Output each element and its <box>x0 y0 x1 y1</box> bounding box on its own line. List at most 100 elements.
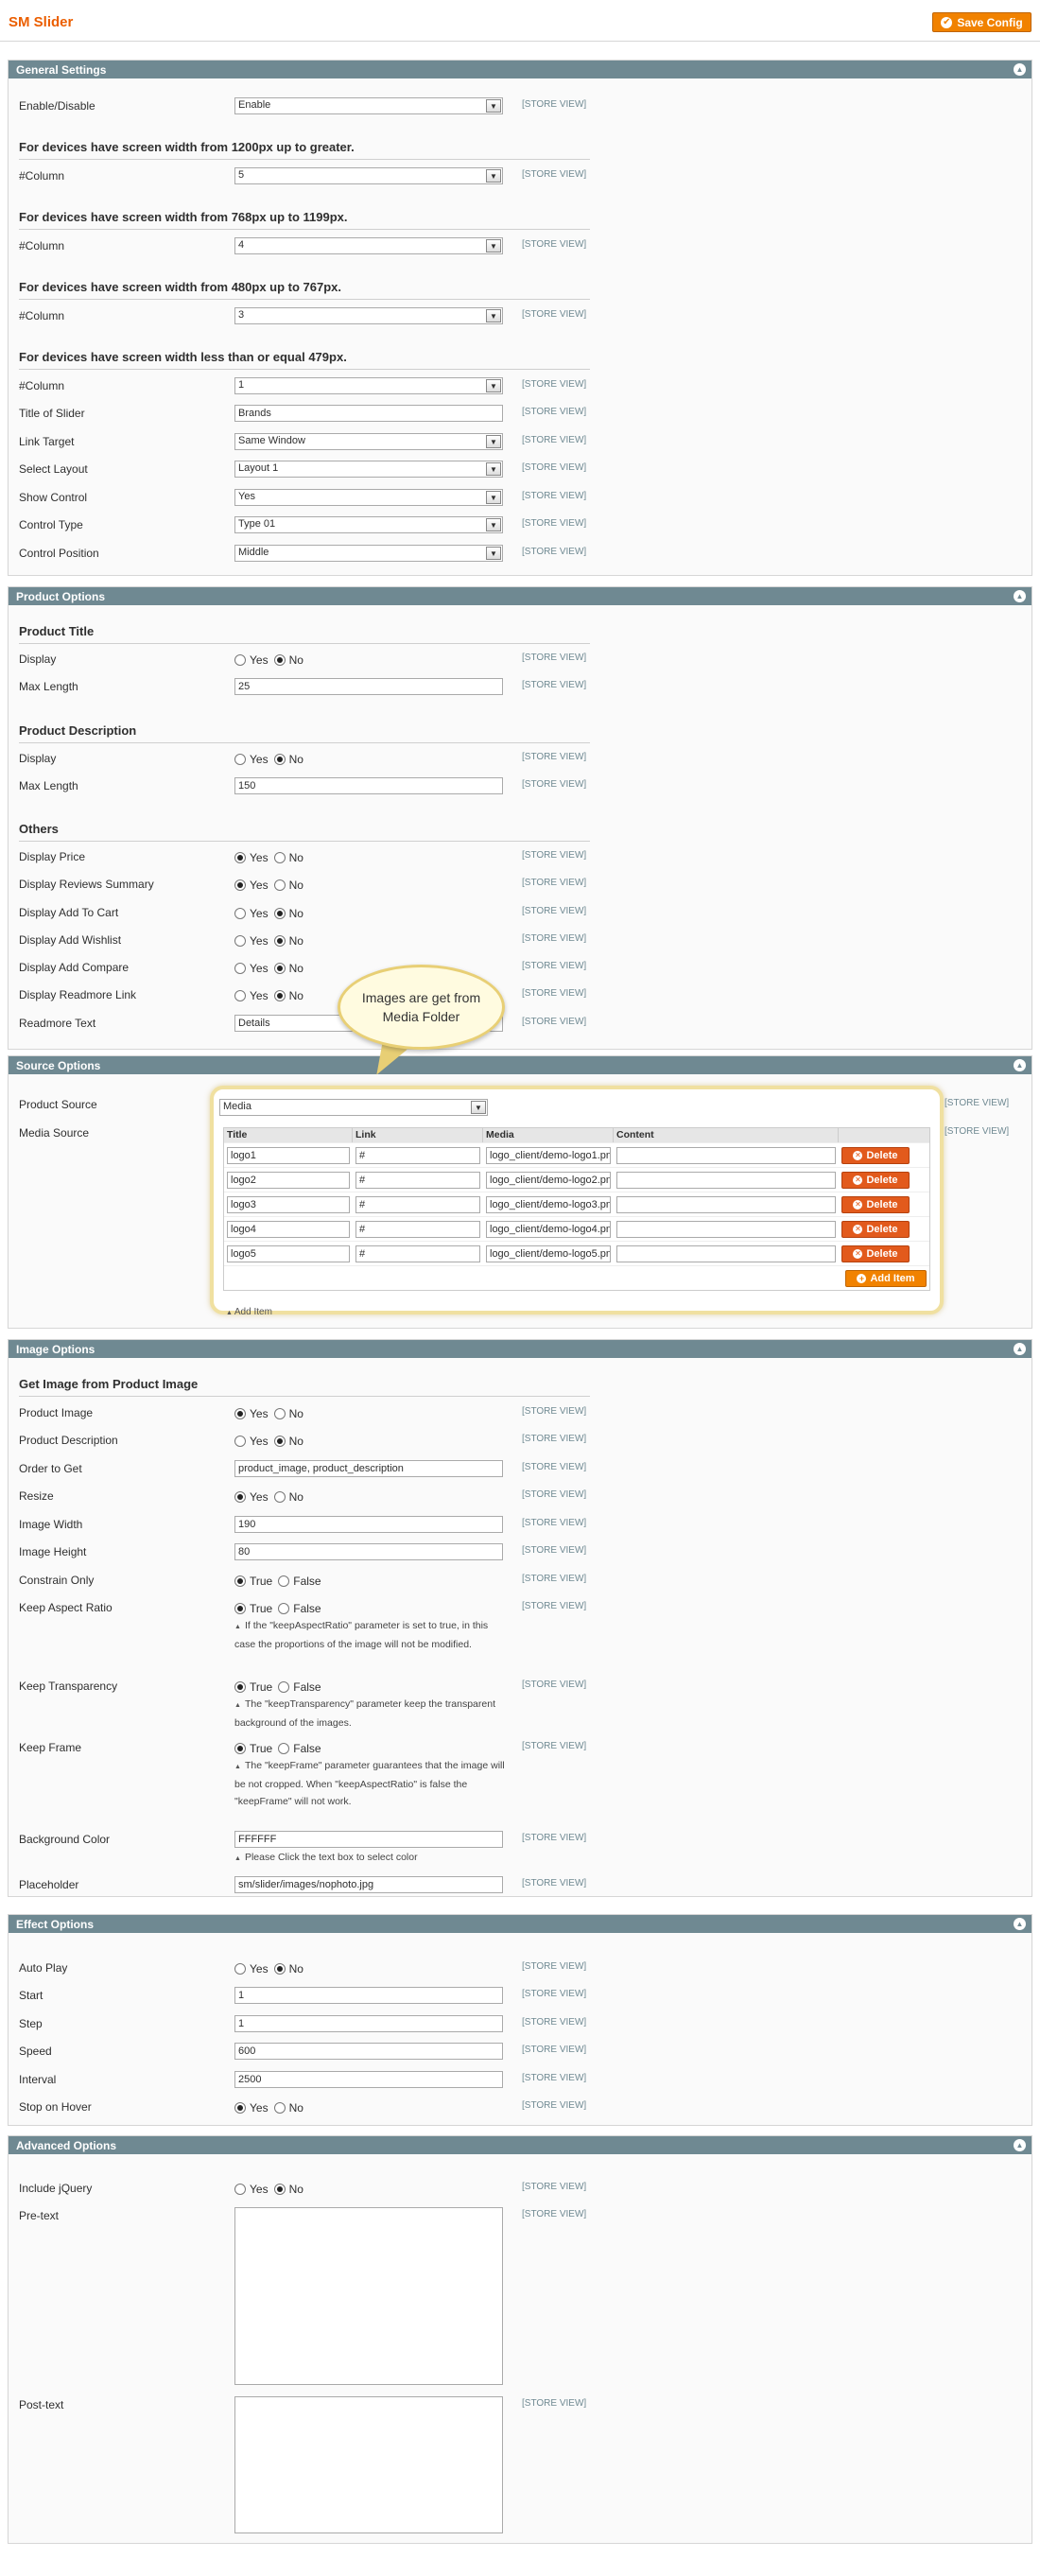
false-radio[interactable] <box>278 1575 290 1587</box>
no-radio[interactable] <box>273 1963 286 1975</box>
row-content-input[interactable] <box>616 1244 836 1262</box>
no-radio[interactable] <box>273 935 286 947</box>
yes-radio[interactable] <box>234 754 246 765</box>
section-header[interactable]: Source Options ▲ <box>9 1056 1031 1074</box>
save-config-button[interactable]: ✔ Save Config <box>932 12 1031 32</box>
yes-radio[interactable] <box>234 1963 246 1975</box>
delete-button[interactable]: ✕ Delete <box>841 1244 910 1262</box>
yes-radio[interactable] <box>234 879 246 891</box>
interval-input[interactable]: 2500 <box>234 2071 503 2088</box>
false-radio[interactable] <box>278 1743 290 1754</box>
false-radio[interactable] <box>278 1603 290 1614</box>
collapse-icon[interactable]: ▲ <box>1014 1918 1026 1930</box>
column-select-2[interactable]: 4 ▼ <box>234 237 503 254</box>
section-header[interactable]: Product Options ▲ <box>9 587 1031 605</box>
yes-radio[interactable] <box>234 1436 246 1447</box>
yes-radio[interactable] <box>234 908 246 919</box>
posttext-textarea[interactable] <box>234 2396 503 2533</box>
true-radio[interactable] <box>234 1681 246 1693</box>
control-position-select[interactable]: Middle ▼ <box>234 545 503 562</box>
image-width-input[interactable]: 190 <box>234 1516 503 1533</box>
desc-maxlen-input[interactable]: 150 <box>234 777 503 794</box>
yes-radio[interactable] <box>234 852 246 863</box>
no-radio[interactable] <box>273 1436 286 1447</box>
add-item-link[interactable]: ▲ Add Item <box>226 1307 272 1317</box>
image-height-input[interactable]: 80 <box>234 1543 503 1560</box>
row-media-input[interactable]: logo_client/demo-logo5.png <box>486 1244 611 1262</box>
no-radio[interactable] <box>273 990 286 1001</box>
no-radio[interactable] <box>273 852 286 863</box>
row-title-input[interactable]: logo5 <box>227 1244 350 1262</box>
order-input[interactable]: product_image, product_description <box>234 1460 503 1477</box>
column-select-1[interactable]: 5 ▼ <box>234 167 503 184</box>
row-link-input[interactable]: # <box>355 1146 480 1164</box>
column-select-3[interactable]: 3 ▼ <box>234 307 503 324</box>
true-radio[interactable] <box>234 1743 246 1754</box>
title-maxlen-input[interactable]: 25 <box>234 678 503 695</box>
section-header[interactable]: Image Options ▲ <box>9 1340 1031 1358</box>
row-title-input[interactable]: logo2 <box>227 1171 350 1189</box>
no-radio[interactable] <box>273 2102 286 2114</box>
no-radio[interactable] <box>273 963 286 974</box>
yes-radio[interactable] <box>234 2184 246 2195</box>
row-title-input[interactable]: logo3 <box>227 1195 350 1213</box>
no-radio[interactable] <box>273 654 286 666</box>
row-link-input[interactable]: # <box>355 1244 480 1262</box>
control-type-select[interactable]: Type 01 ▼ <box>234 516 503 533</box>
row-link-input[interactable]: # <box>355 1220 480 1238</box>
true-radio[interactable] <box>234 1603 246 1614</box>
no-radio[interactable] <box>273 754 286 765</box>
row-link-input[interactable]: # <box>355 1195 480 1213</box>
row-content-input[interactable] <box>616 1146 836 1164</box>
row-title-input[interactable]: logo4 <box>227 1220 350 1238</box>
add-item-button[interactable]: + Add Item <box>845 1269 927 1287</box>
section-header[interactable]: General Settings ▲ <box>9 61 1031 78</box>
yes-radio[interactable] <box>234 935 246 947</box>
collapse-icon[interactable]: ▲ <box>1014 63 1026 76</box>
no-radio[interactable] <box>273 879 286 891</box>
row-media-input[interactable]: logo_client/demo-logo4.png <box>486 1220 611 1238</box>
collapse-icon[interactable]: ▲ <box>1014 1059 1026 1071</box>
row-content-input[interactable] <box>616 1195 836 1213</box>
collapse-icon[interactable]: ▲ <box>1014 2139 1026 2151</box>
yes-radio[interactable] <box>234 1491 246 1503</box>
enable-select[interactable]: Enable ▼ <box>234 97 503 114</box>
layout-select[interactable]: Layout 1 ▼ <box>234 461 503 478</box>
step-input[interactable]: 1 <box>234 2015 503 2032</box>
no-radio[interactable] <box>273 1491 286 1503</box>
show-control-select[interactable]: Yes ▼ <box>234 489 503 506</box>
delete-button[interactable]: ✕ Delete <box>841 1195 910 1213</box>
true-radio[interactable] <box>234 1575 246 1587</box>
no-radio[interactable] <box>273 2184 286 2195</box>
link-target-select[interactable]: Same Window ▼ <box>234 433 503 450</box>
row-link-input[interactable]: # <box>355 1171 480 1189</box>
delete-button[interactable]: ✕ Delete <box>841 1146 910 1164</box>
yes-radio[interactable] <box>234 2102 246 2114</box>
delete-button[interactable]: ✕ Delete <box>841 1220 910 1238</box>
false-radio[interactable] <box>278 1681 290 1693</box>
column-select-4[interactable]: 1 ▼ <box>234 377 503 394</box>
collapse-icon[interactable]: ▲ <box>1014 590 1026 602</box>
row-content-input[interactable] <box>616 1171 836 1189</box>
yes-radio[interactable] <box>234 654 246 666</box>
speed-input[interactable]: 600 <box>234 2043 503 2060</box>
yes-radio[interactable] <box>234 963 246 974</box>
collapse-icon[interactable]: ▲ <box>1014 1343 1026 1355</box>
yes-radio[interactable] <box>234 990 246 1001</box>
no-radio[interactable] <box>273 908 286 919</box>
section-header[interactable]: Advanced Options ▲ <box>9 2136 1031 2154</box>
row-content-input[interactable] <box>616 1220 836 1238</box>
row-media-input[interactable]: logo_client/demo-logo1.png <box>486 1146 611 1164</box>
bg-color-input[interactable]: FFFFFF <box>234 1831 503 1848</box>
start-input[interactable]: 1 <box>234 1987 503 2004</box>
section-header[interactable]: Effect Options ▲ <box>9 1915 1031 1933</box>
no-radio[interactable] <box>273 1408 286 1419</box>
row-media-input[interactable]: logo_client/demo-logo3.png <box>486 1195 611 1213</box>
pretext-textarea[interactable] <box>234 2207 503 2385</box>
delete-button[interactable]: ✕ Delete <box>841 1171 910 1189</box>
yes-radio[interactable] <box>234 1408 246 1419</box>
placeholder-input[interactable]: sm/slider/images/nophoto.jpg <box>234 1876 503 1893</box>
slider-title-input[interactable]: Brands <box>234 405 503 422</box>
row-media-input[interactable]: logo_client/demo-logo2.png <box>486 1171 611 1189</box>
row-title-input[interactable]: logo1 <box>227 1146 350 1164</box>
